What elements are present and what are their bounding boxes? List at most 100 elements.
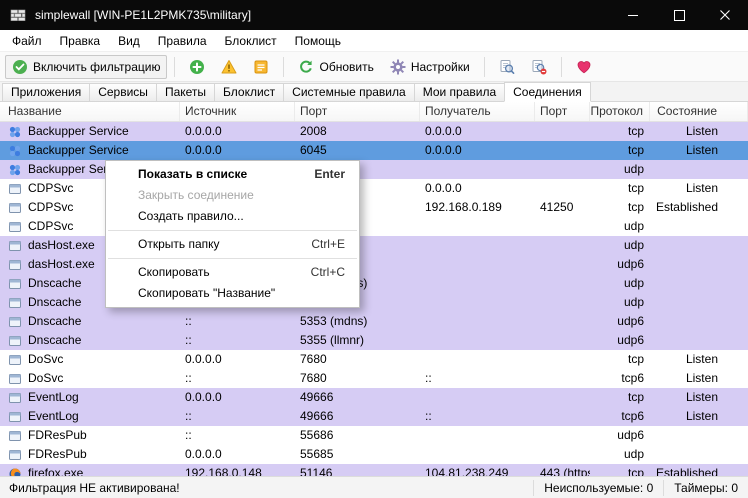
cell-remote — [420, 236, 535, 255]
cell-name: EventLog — [0, 388, 180, 407]
add-button[interactable] — [182, 55, 212, 79]
enable-filtering-button[interactable]: Включить фильтрацию — [5, 54, 168, 79]
table-row[interactable]: Dnscache:: 5353 (mdns) udp6 — [0, 312, 748, 331]
cell-remote — [420, 350, 535, 369]
tab-user-rules[interactable]: Мои правила — [413, 83, 506, 101]
cell-remote-port — [535, 312, 590, 331]
close-button[interactable] — [702, 0, 748, 30]
menu-help[interactable]: Помощь — [286, 30, 350, 52]
app-name: Backupper Service — [28, 124, 129, 138]
app-name: dasHost.exe — [28, 238, 95, 252]
heart-icon — [576, 59, 592, 75]
table-row[interactable]: Backupper Service 0.0.0.0 2008 0.0.0.0 tcp Li… — [0, 122, 748, 141]
cell-name: DoSvc — [0, 350, 180, 369]
menu-blocklist[interactable]: Блоклист — [216, 30, 286, 52]
app-name: EventLog — [28, 390, 79, 404]
table-row[interactable]: firefox.exe 192.168.0.148 51146 104.81.238.… — [0, 464, 748, 476]
context-menu-item[interactable]: Скопировать Ctrl+C — [106, 262, 359, 283]
cell-remote — [420, 255, 535, 274]
table-row[interactable]: Dnscache:: 5355 (llmnr) udp6 — [0, 331, 748, 350]
table-row[interactable]: FDResPub 0.0.0.0 55685 udp — [0, 445, 748, 464]
context-menu-item[interactable]: Создать правило... — [106, 206, 359, 227]
toolbar-separator — [560, 56, 562, 77]
cell-remote: :: — [425, 371, 432, 385]
tab-system-rules[interactable]: Системные правила — [283, 83, 415, 101]
settings-button[interactable]: Настройки — [383, 55, 477, 79]
refresh-button[interactable]: Обновить — [291, 55, 380, 79]
cell-remote-port: 41250 — [540, 200, 574, 214]
context-menu-item: Закрыть соединение — [106, 185, 359, 206]
tab-apps[interactable]: Приложения — [2, 83, 91, 101]
context-menu-item[interactable]: Показать в списке Enter — [106, 164, 359, 185]
column-header-0[interactable]: Название — [0, 102, 180, 121]
table-row[interactable]: FDResPub:: 55686 udp6 — [0, 426, 748, 445]
tab-connections[interactable]: Соединения — [504, 82, 591, 102]
cell-name: Backupper Service — [0, 141, 180, 160]
table-row[interactable]: DoSvc 0.0.0.0 7680 tcp Listen — [0, 350, 748, 369]
column-header-2[interactable]: Порт — [295, 102, 420, 121]
search-remove-button[interactable] — [524, 55, 554, 79]
window-icon — [8, 277, 22, 291]
app-name: CDPSvc — [28, 200, 74, 214]
menu-edit[interactable]: Правка — [51, 30, 110, 52]
context-menu-item[interactable]: Открыть папку Ctrl+E — [106, 234, 359, 255]
column-header-5[interactable]: Протокол — [590, 102, 650, 121]
cell-state — [650, 331, 748, 350]
minimize-button[interactable] — [610, 0, 656, 30]
enable-filtering-button-label: Включить фильтрацию — [33, 59, 161, 74]
table-row[interactable]: DoSvc:: 7680:: tcp6 Listen — [0, 369, 748, 388]
cell-state — [650, 293, 748, 312]
maximize-button[interactable] — [656, 0, 702, 30]
toolbar-separator — [174, 56, 176, 77]
cell-remote: 104.81.238.249 — [425, 466, 509, 476]
window-icon — [8, 296, 22, 310]
tab-blocklist[interactable]: Блоклист — [214, 83, 285, 101]
log-button[interactable] — [246, 55, 276, 79]
cell-source: 192.168.0.148 — [185, 466, 262, 476]
context-menu-item-label: Создать правило... — [138, 209, 244, 223]
app-name: dasHost.exe — [28, 257, 95, 271]
cell-remote-port — [535, 369, 590, 388]
app-name: CDPSvc — [28, 219, 74, 233]
column-header-1[interactable]: Источник — [180, 102, 295, 121]
cell-remote-port — [535, 293, 590, 312]
table-row[interactable]: EventLog:: 49666:: tcp6 Listen — [0, 407, 748, 426]
cell-remote — [420, 217, 535, 236]
window-icon — [8, 239, 22, 253]
context-menu-item-label: Показать в списке — [138, 167, 248, 181]
cell-name: Dnscache — [0, 331, 180, 350]
context-menu-item[interactable]: Скопировать "Название" — [106, 283, 359, 304]
cell-remote-port — [535, 122, 590, 141]
tab-services[interactable]: Сервисы — [89, 83, 157, 101]
menu-view[interactable]: Вид — [109, 30, 149, 52]
menu-file[interactable]: Файл — [3, 30, 51, 52]
cell-state: Listen — [685, 371, 718, 385]
column-header-4[interactable]: Порт — [535, 102, 590, 121]
cell-remote-port — [535, 236, 590, 255]
column-header-6[interactable]: Состояние — [650, 102, 748, 121]
table-row[interactable]: EventLog 0.0.0.0 49666 tcp Listen — [0, 388, 748, 407]
cell-state: Established — [655, 466, 718, 476]
tab-packages[interactable]: Пакеты — [155, 83, 216, 101]
donate-button[interactable] — [569, 55, 599, 79]
cell-state — [650, 255, 748, 274]
app-name: DoSvc — [28, 352, 64, 366]
search-button[interactable] — [492, 55, 522, 79]
status-bar: Фильтрация НЕ активирована! Неиспользуем… — [0, 476, 748, 498]
cell-remote-port — [535, 426, 590, 445]
cell-local-port: 49666 — [300, 390, 334, 404]
cell-state: Listen — [685, 390, 718, 404]
cell-protocol: udp6 — [617, 428, 644, 442]
cell-local-port: 51146 — [300, 466, 333, 476]
gear-icon — [390, 59, 406, 75]
column-header-3[interactable]: Получатель — [420, 102, 535, 121]
app-name: Dnscache — [28, 333, 82, 347]
menu-rules[interactable]: Правила — [149, 30, 216, 52]
table-row[interactable]: Backupper Service 0.0.0.0 6045 0.0.0.0 tcp Li… — [0, 141, 748, 160]
window-icon — [8, 391, 22, 405]
cell-local-port: 6045 — [300, 143, 327, 157]
warnings-button[interactable] — [214, 55, 244, 79]
cell-source: :: — [185, 314, 192, 328]
toolbar-separator — [483, 56, 485, 77]
cell-remote — [420, 312, 535, 331]
